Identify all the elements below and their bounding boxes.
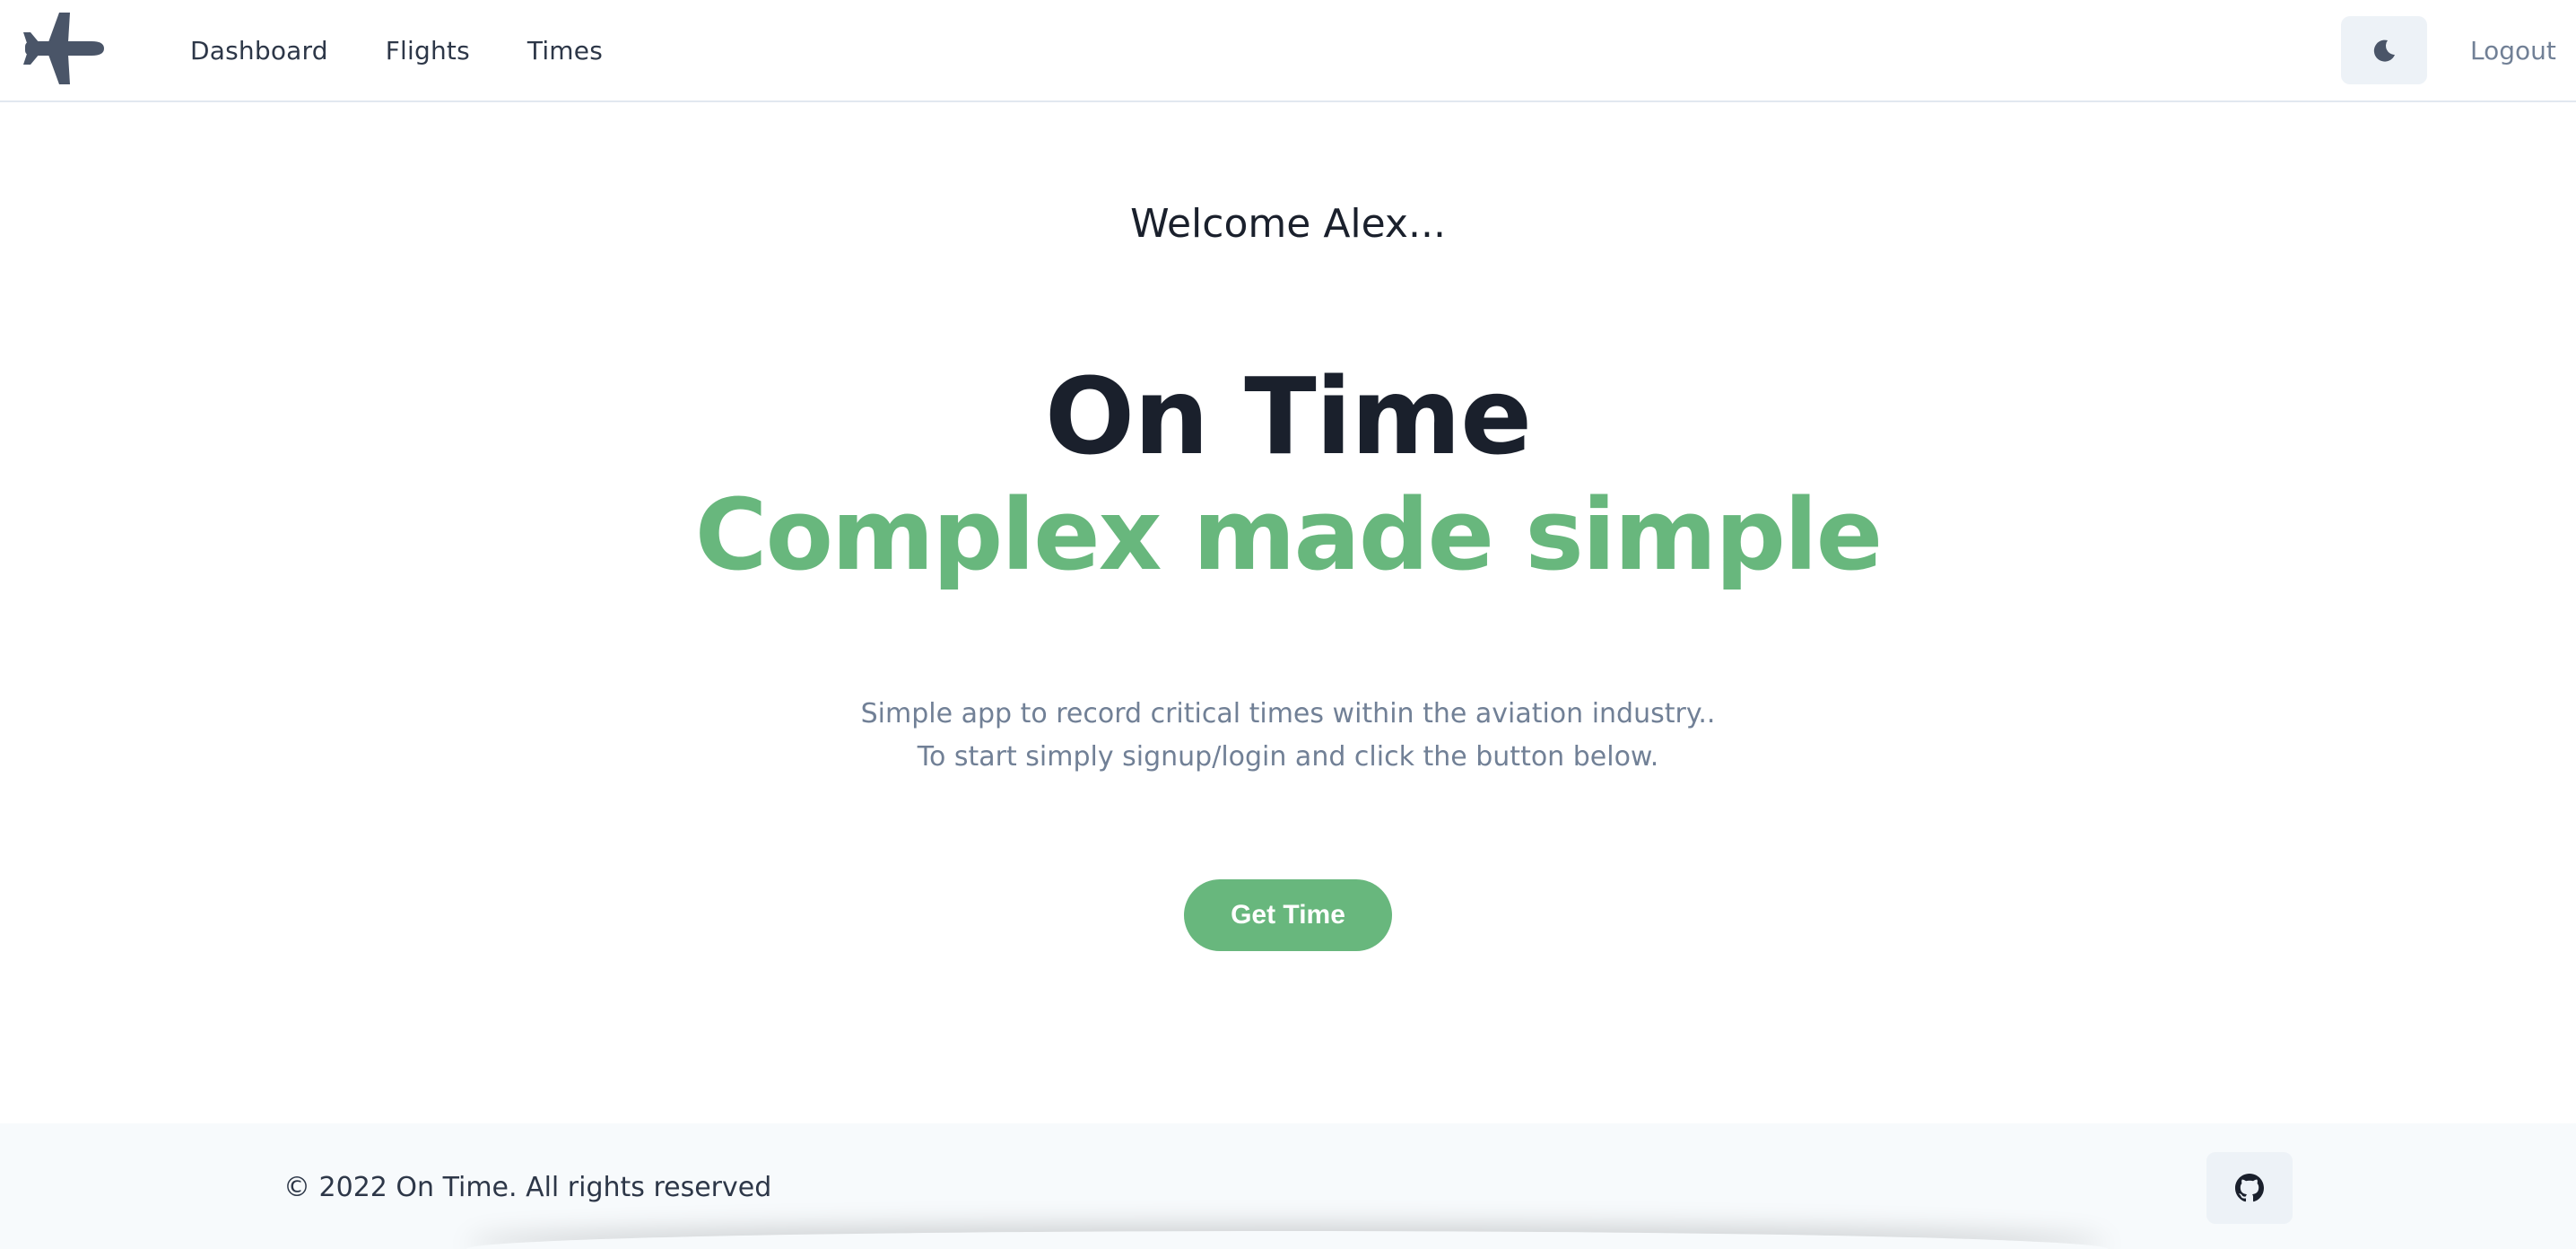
- moon-icon: [2373, 39, 2395, 62]
- welcome-message: Welcome Alex...: [1130, 201, 1446, 247]
- github-button[interactable]: [2206, 1152, 2293, 1224]
- page: Dashboard Flights Times Logout Welcome A…: [0, 0, 2576, 1249]
- description-line-2: To start simply signup/login and click t…: [917, 741, 1659, 773]
- main-nav: Dashboard Flights Times: [190, 0, 603, 100]
- hero-subtitle: Complex made simple: [694, 477, 1884, 592]
- theme-toggle-button[interactable]: [2341, 16, 2427, 84]
- hero-description: Simple app to record critical times with…: [0, 693, 2576, 779]
- nav-link-times[interactable]: Times: [527, 36, 603, 66]
- footer: © 2022 On Time. All rights reserved: [0, 1123, 2576, 1249]
- hero-title: On Time: [1044, 354, 1532, 478]
- copyright-text: © 2022 On Time. All rights reserved: [283, 1172, 772, 1203]
- top-navbar: Dashboard Flights Times Logout: [0, 0, 2576, 102]
- airplane-icon[interactable]: [22, 11, 106, 86]
- github-icon: [2235, 1174, 2264, 1202]
- nav-link-dashboard[interactable]: Dashboard: [190, 36, 328, 66]
- description-line-1: Simple app to record critical times with…: [860, 698, 1716, 729]
- logout-link[interactable]: Logout: [2470, 0, 2556, 100]
- nav-link-flights[interactable]: Flights: [386, 36, 470, 66]
- get-time-button[interactable]: Get Time: [1184, 879, 1392, 951]
